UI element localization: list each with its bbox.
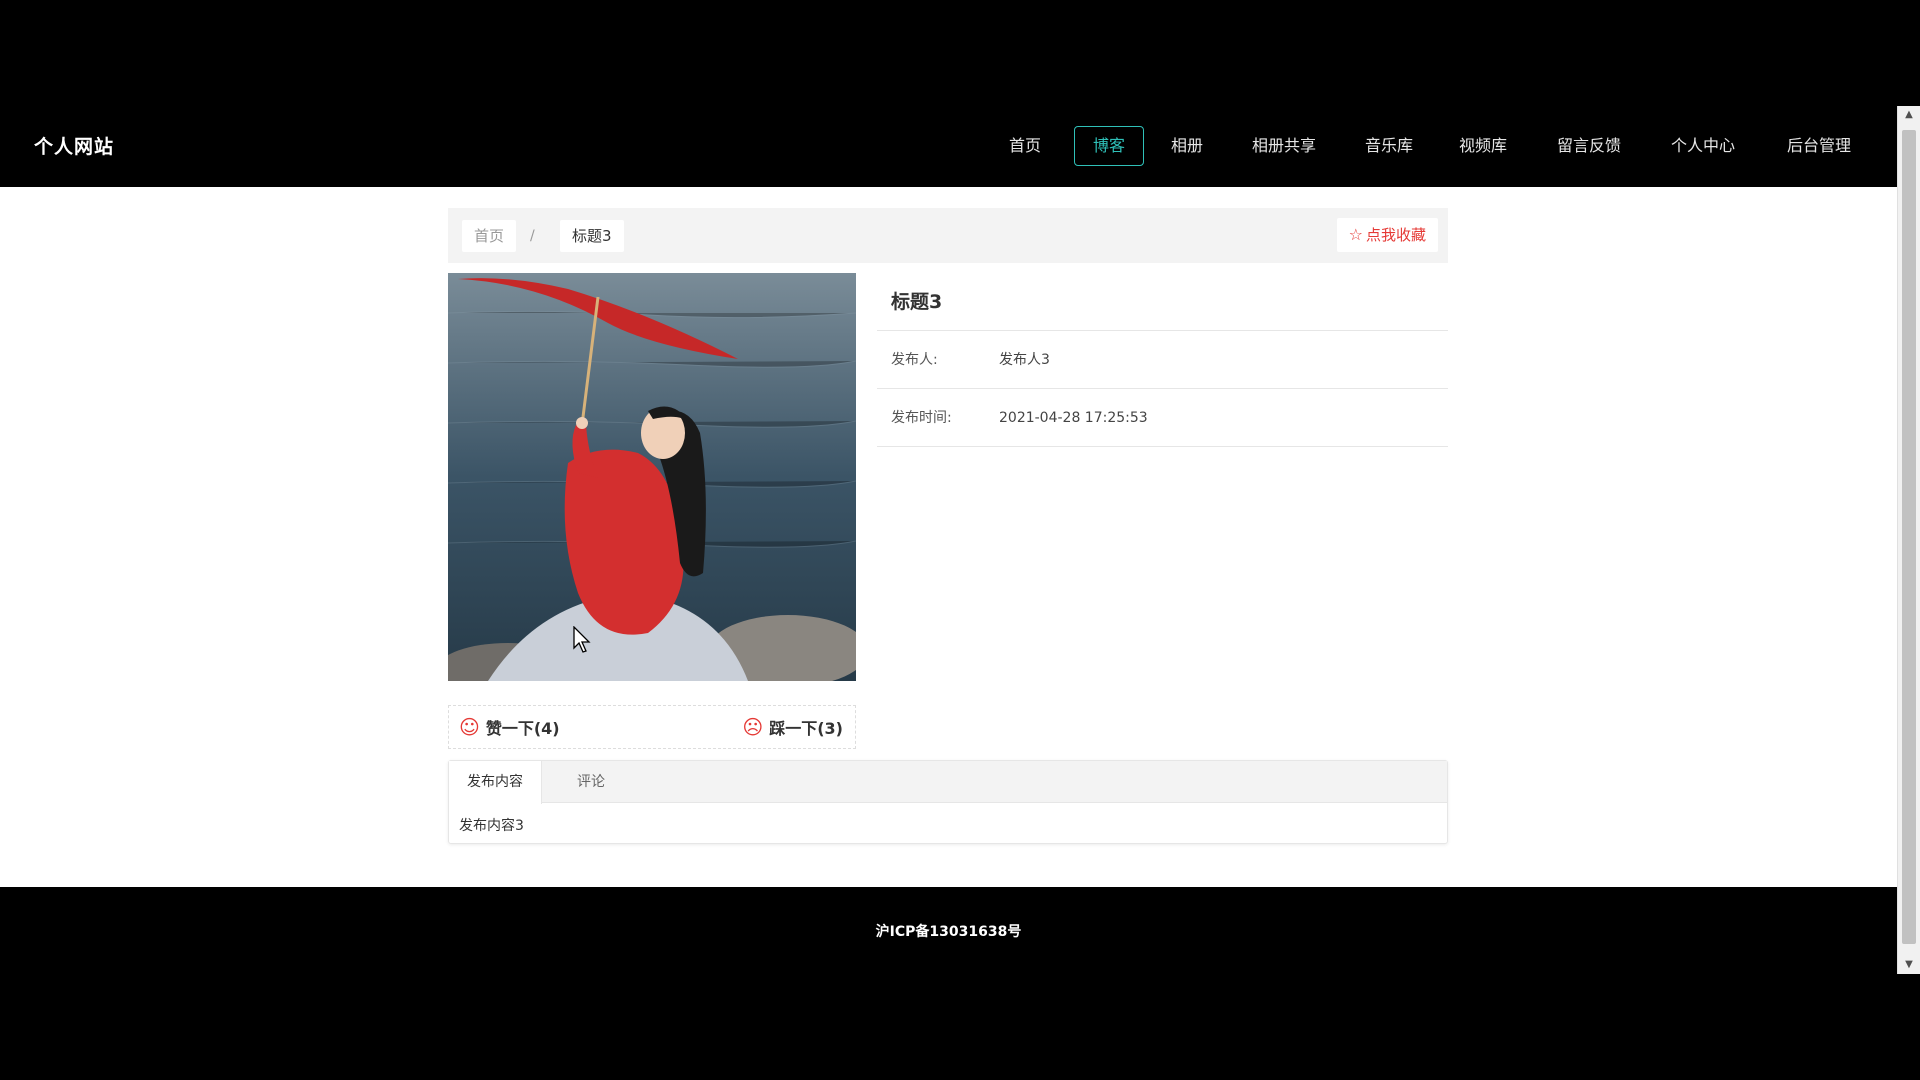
publisher-value: 发布人3	[999, 352, 1050, 368]
tab-body: 发布内容3	[459, 818, 524, 834]
publish-time-label: 发布时间:	[891, 410, 952, 426]
scroll-down-arrow-icon[interactable]: ▼	[1898, 956, 1920, 974]
like-label: 赞一下(4)	[485, 719, 560, 738]
nav-item-admin[interactable]: 后台管理	[1776, 126, 1862, 166]
publish-time-row: 发布时间: 2021-04-28 17:25:53	[877, 389, 1448, 447]
nav-item-album[interactable]: 相册	[1163, 126, 1211, 166]
smile-icon: ☺	[459, 715, 480, 739]
dislike-button[interactable]: ☹ 踩一下(3)	[742, 706, 843, 748]
breadcrumb-home[interactable]: 首页	[462, 220, 517, 252]
tab-header: 发布内容 评论	[449, 761, 1447, 804]
browser-viewport: 个人网站 首页 博客 相册 相册共享 音乐库 视频库 留言反馈 个人中心 后台管…	[0, 106, 1920, 974]
post-title: 标题3	[877, 273, 1448, 331]
star-outline-icon: ☆	[1348, 225, 1363, 244]
favorite-button[interactable]: ☆ 点我收藏	[1336, 218, 1438, 252]
frown-icon: ☹	[742, 715, 764, 739]
nav-item-home[interactable]: 首页	[1001, 126, 1049, 166]
nav-item-feedback[interactable]: 留言反馈	[1546, 126, 1632, 166]
nav-item-album-share[interactable]: 相册共享	[1244, 126, 1324, 166]
main-nav: 首页 博客 相册 相册共享 音乐库 视频库 留言反馈 个人中心 后台管理	[0, 126, 1897, 166]
scroll-thumb[interactable]	[1902, 130, 1916, 944]
site-header: 个人网站 首页 博客 相册 相册共享 音乐库 视频库 留言反馈 个人中心 后台管…	[0, 106, 1897, 187]
icp-record[interactable]: 沪ICP备13031638号	[0, 921, 1897, 941]
post-info: 标题3 发布人: 发布人3 发布时间: 2021-04-28 17:25:53	[877, 273, 1448, 447]
site-footer: 沪ICP备13031638号	[0, 887, 1897, 974]
nav-item-blog[interactable]: 博客	[1074, 126, 1144, 166]
publish-time-value: 2021-04-28 17:25:53	[999, 410, 1148, 426]
like-button[interactable]: ☺ 赞一下(4)	[459, 706, 560, 748]
nav-item-video[interactable]: 视频库	[1450, 126, 1516, 166]
dislike-label: 踩一下(3)	[769, 719, 843, 738]
breadcrumb-separator: /	[530, 228, 535, 244]
vote-bar: ☺ 赞一下(4) ☹ 踩一下(3)	[448, 705, 856, 749]
favorite-label: 点我收藏	[1365, 226, 1426, 244]
post-image	[448, 273, 856, 681]
publisher-label: 发布人:	[891, 352, 938, 368]
nav-item-profile[interactable]: 个人中心	[1660, 126, 1746, 166]
content-tabs: 发布内容 评论 发布内容3	[448, 760, 1448, 844]
breadcrumb-current: 标题3	[560, 220, 624, 252]
mouse-cursor-icon	[573, 626, 591, 653]
nav-item-music[interactable]: 音乐库	[1356, 126, 1422, 166]
publisher-row: 发布人: 发布人3	[877, 331, 1448, 389]
vertical-scrollbar[interactable]: ▲ ▼	[1897, 106, 1920, 974]
breadcrumb: 首页 / 标题3 ☆ 点我收藏	[448, 208, 1448, 263]
tab-post-content[interactable]: 发布内容	[449, 761, 542, 804]
tab-comments[interactable]: 评论	[559, 761, 623, 803]
scroll-up-arrow-icon[interactable]: ▲	[1898, 106, 1920, 124]
